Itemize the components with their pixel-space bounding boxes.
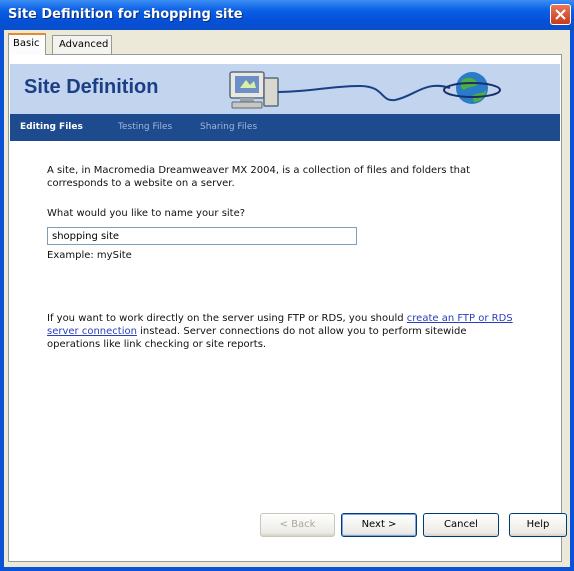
tab-advanced[interactable]: Advanced: [52, 35, 112, 54]
tab-strip: Basic Advanced: [8, 33, 208, 55]
tab-basic[interactable]: Basic: [8, 33, 46, 55]
step-sharing-files: Sharing Files: [200, 122, 258, 132]
server-connection-text: If you want to work directly on the serv…: [47, 312, 517, 351]
computer-globe-illustration: [229, 71, 501, 109]
close-button[interactable]: [550, 4, 571, 25]
banner-title: Site Definition: [24, 76, 159, 98]
back-button[interactable]: < Back: [260, 513, 335, 537]
site-name-question: What would you like to name your site?: [47, 208, 246, 219]
site-name-input[interactable]: [47, 227, 357, 245]
step-testing-files: Testing Files: [118, 122, 173, 132]
window-title: Site Definition for shopping site: [8, 7, 243, 22]
server-text-before: If you want to work directly on the serv…: [47, 313, 407, 324]
next-button[interactable]: Next >: [341, 513, 417, 537]
wizard-steps: Editing Files Testing Files Sharing File…: [10, 114, 560, 141]
step-editing-files: Editing Files: [20, 122, 83, 132]
wizard-banner: Site Definition: [10, 64, 560, 114]
cancel-button[interactable]: Cancel: [423, 513, 499, 537]
help-button[interactable]: Help: [509, 513, 567, 537]
title-bar[interactable]: Site Definition for shopping site: [0, 0, 574, 30]
site-name-example: Example: mySite: [47, 250, 132, 261]
wizard-panel: Site Definition Editing Files Testing Fi…: [8, 54, 562, 562]
close-icon: [555, 9, 566, 20]
intro-text: A site, in Macromedia Dreamweaver MX 200…: [47, 165, 471, 189]
